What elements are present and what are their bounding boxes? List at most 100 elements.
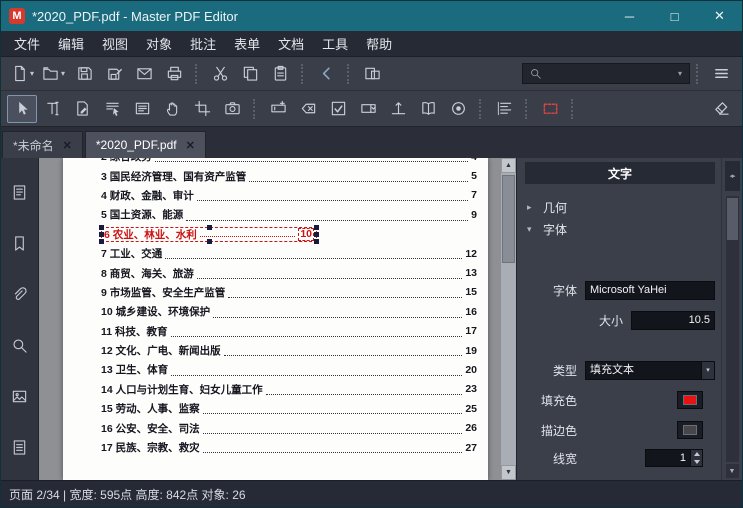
paste-button[interactable] [265, 60, 295, 88]
page-pencil-button[interactable] [67, 95, 97, 123]
panel-collapse-handle[interactable]: ◂▸ [724, 161, 740, 191]
sidebar-paperclip-button[interactable] [6, 280, 34, 308]
search-box[interactable]: ▾ [522, 63, 690, 84]
crop-button[interactable] [187, 95, 217, 123]
text-cursor-button[interactable] [37, 95, 67, 123]
selection-handle[interactable] [99, 232, 104, 238]
scrollbar-track[interactable] [501, 173, 516, 465]
stepper-up-button[interactable] [691, 450, 702, 458]
selection-handle[interactable] [314, 238, 319, 244]
toc-row[interactable]: 8 商贸、海关、旅游 13 [101, 263, 477, 282]
save-as-button[interactable] [99, 60, 129, 88]
cut-button[interactable] [205, 60, 235, 88]
sidebar-magnifier-button[interactable] [6, 331, 34, 359]
menu-item[interactable]: 工具 [313, 31, 357, 56]
document-canvas[interactable]: 2 综合政务 4 3 国民经济管理、国有资产监管 5 4 财政、金融、审计 7 5 国土资源… [39, 158, 500, 480]
selection-handle[interactable] [99, 238, 104, 244]
arrange-lines-button[interactable] [489, 95, 519, 123]
toc-row[interactable]: 2 综合政务 4 [101, 158, 477, 166]
email-button[interactable] [129, 60, 159, 88]
print-button[interactable] [159, 60, 189, 88]
search-dropdown-caret-icon[interactable]: ▾ [673, 69, 687, 78]
book-button[interactable] [413, 95, 443, 123]
selected-text-object[interactable]: 6 农业、林业、水利 10 [99, 224, 319, 244]
sidebar-bookmark-button[interactable] [6, 229, 34, 257]
maximize-button[interactable]: □ [652, 1, 697, 31]
toc-row[interactable]: 14 人口与计划生育、妇女儿童工作 23 [101, 380, 477, 399]
document-tab[interactable]: *2020_PDF.pdf ✕ [84, 131, 206, 158]
hand-button[interactable] [157, 95, 187, 123]
menu-item[interactable]: 帮助 [357, 31, 401, 56]
toc-row[interactable]: 3 国民经济管理、国有资产监管 5 [101, 166, 477, 185]
toc-row[interactable]: 5 国土资源、能源 9 [101, 205, 477, 224]
minimize-button[interactable]: ─ [607, 1, 652, 31]
eraser-button[interactable] [706, 95, 736, 123]
panel-scrollbar-thumb[interactable] [726, 198, 738, 240]
radio-button-button[interactable] [443, 95, 473, 123]
close-button[interactable]: ✕ [697, 1, 742, 31]
page-panes-button[interactable] [357, 60, 387, 88]
menu-item[interactable]: 表单 [225, 31, 269, 56]
panel-scrollbar-track[interactable] [725, 196, 739, 462]
document-tab[interactable]: *未命名 ✕ [2, 131, 83, 158]
menu-item[interactable]: 视图 [93, 31, 137, 56]
main-menu-button[interactable] [706, 60, 736, 88]
camera-button[interactable] [217, 95, 247, 123]
list-box-button[interactable] [127, 95, 157, 123]
tab-close-icon[interactable]: ✕ [186, 139, 195, 152]
selection-handle[interactable] [99, 224, 104, 230]
open-folder-button[interactable]: ▾ [38, 60, 69, 88]
sidebar-document-lines-button[interactable] [6, 433, 34, 461]
combo-box-button[interactable] [353, 95, 383, 123]
section-geometry[interactable]: ▸ 几何 [525, 198, 715, 216]
fill-color-button[interactable] [677, 391, 703, 409]
save-button[interactable] [69, 60, 99, 88]
checkbox-button[interactable] [323, 95, 353, 123]
search-input[interactable] [544, 65, 673, 82]
sidebar-image-card-button[interactable] [6, 382, 34, 410]
toc-row[interactable]: 9 市场监管、安全生产监管 15 [101, 283, 477, 302]
select-caret-icon[interactable]: ▾ [701, 361, 714, 379]
dropdown-caret-icon[interactable]: ▾ [61, 69, 65, 78]
toc-row[interactable]: 13 卫生、体育 20 [101, 360, 477, 379]
text-field-button[interactable] [263, 95, 293, 123]
selection-handle[interactable] [314, 232, 319, 238]
selection-handle[interactable] [314, 224, 319, 230]
panel-scroll-down-button[interactable]: ▼ [725, 464, 739, 478]
toc-row[interactable]: 16 公安、安全、司法 26 [101, 418, 477, 437]
menu-item[interactable]: 编辑 [49, 31, 93, 56]
toc-row[interactable]: 12 文化、广电、新闻出版 19 [101, 341, 477, 360]
font-family-input[interactable]: Microsoft YaHei [585, 280, 715, 300]
toc-row[interactable]: 7 工业、交通 12 [101, 244, 477, 263]
selection-handle[interactable] [207, 238, 212, 244]
dropdown-caret-icon[interactable]: ▾ [30, 69, 34, 78]
toc-row[interactable]: 11 科技、教育 17 [101, 322, 477, 341]
text-type-select[interactable]: 填充文本 ▾ [585, 360, 715, 380]
toc-row[interactable]: 15 劳动、人事、监察 25 [101, 399, 477, 418]
backspace-key-button[interactable] [293, 95, 323, 123]
toc-row[interactable]: 4 财政、金融、审计 7 [101, 186, 477, 205]
line-width-stepper[interactable]: 1 [645, 449, 703, 467]
selection-handle[interactable] [207, 224, 212, 230]
text-select-button[interactable] [97, 95, 127, 123]
toc-row[interactable]: 17 民族、宗教、救灾 27 [101, 438, 477, 457]
select-arrow-button[interactable] [7, 94, 37, 123]
red-dashed-rect-button[interactable] [535, 95, 565, 123]
sidebar-page-thumbnails-button[interactable] [6, 178, 34, 206]
back-arrow-button[interactable] [311, 60, 341, 88]
menu-item[interactable]: 对象 [137, 31, 181, 56]
menu-item[interactable]: 文档 [269, 31, 313, 56]
toc-row[interactable]: 10 城乡建设、环境保护 16 [101, 302, 477, 321]
baseline-button[interactable] [383, 95, 413, 123]
scroll-down-button[interactable]: ▼ [501, 465, 516, 480]
stepper-down-button[interactable] [691, 458, 702, 466]
tab-close-icon[interactable]: ✕ [63, 139, 72, 152]
new-document-button[interactable]: ▾ [7, 60, 38, 88]
scroll-up-button[interactable]: ▲ [501, 158, 516, 173]
menu-item[interactable]: 文件 [5, 31, 49, 56]
copy-button[interactable] [235, 60, 265, 88]
vertical-scrollbar[interactable]: ▲ ▼ [500, 158, 516, 480]
toc-row[interactable]: 6 农业、林业、水利 10 [99, 224, 477, 244]
menu-item[interactable]: 批注 [181, 31, 225, 56]
scrollbar-thumb[interactable] [502, 175, 515, 263]
